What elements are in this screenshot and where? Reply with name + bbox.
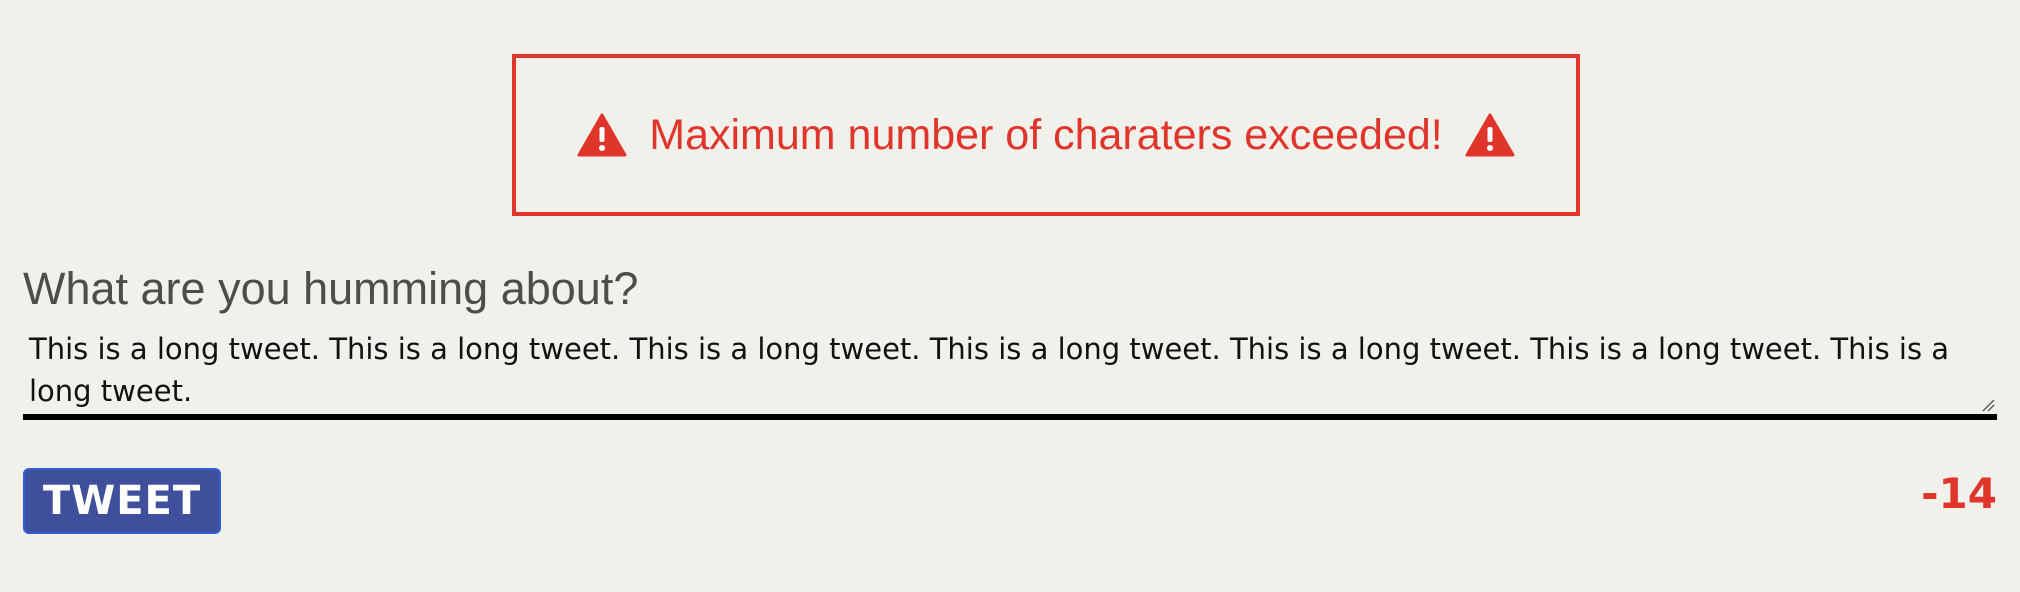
tweet-button[interactable]: TWEET — [23, 468, 221, 534]
character-counter: -14 — [1921, 469, 1997, 518]
alert-message: Maximum number of charaters exceeded! — [649, 110, 1443, 159]
error-alert: Maximum number of charaters exceeded! — [512, 54, 1580, 216]
tweet-input[interactable]: This is a long tweet. This is a long twe… — [23, 324, 1997, 420]
compose-prompt-label: What are you humming about? — [23, 263, 639, 314]
warning-icon — [577, 113, 627, 157]
resize-handle-icon[interactable] — [1981, 398, 1995, 412]
warning-icon — [1465, 113, 1515, 157]
